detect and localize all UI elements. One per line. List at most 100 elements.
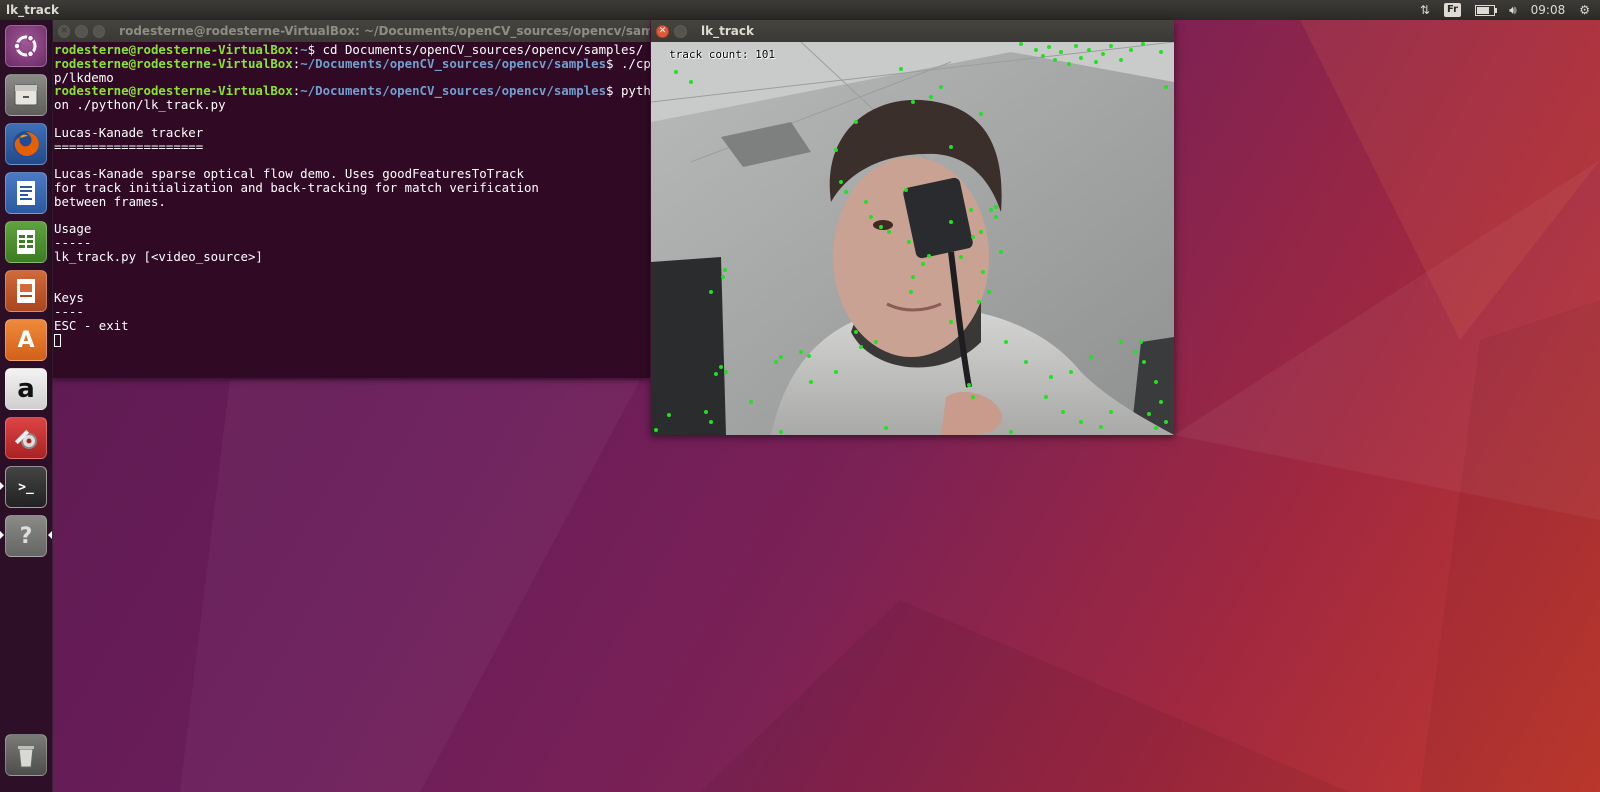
lk-track-titlebar[interactable]: ✕ lk_track [651, 20, 1174, 42]
track-point [1099, 425, 1103, 429]
camera-frame: track count: 101 [651, 42, 1174, 435]
terminal-titlebar[interactable]: ✕ rodesterne@rodesterne-VirtualBox: ~/Do… [53, 20, 650, 42]
trash-button[interactable] [5, 734, 47, 776]
amazon-icon: a [17, 374, 35, 404]
keyboard-layout-indicator[interactable]: Fr [1443, 3, 1462, 17]
track-point [1009, 430, 1013, 434]
lk-track-close-button[interactable]: ✕ [656, 24, 669, 38]
volume-icon[interactable]: 🔊︎ [1509, 3, 1517, 18]
file-cabinet-icon [14, 84, 38, 106]
terminal-button[interactable]: >_ [5, 466, 47, 508]
gear-icon[interactable]: ⚙ [1579, 3, 1590, 17]
track-point [1164, 420, 1168, 424]
terminal-maximize-button[interactable] [92, 24, 106, 38]
track-point [774, 360, 778, 364]
prompt-command: $ pyth [606, 83, 650, 99]
terminal-running-indicator [0, 482, 4, 490]
help-button[interactable]: ? [5, 515, 47, 557]
prompt-path: ~/Documents/openCV_sources/opencv/sample… [300, 55, 607, 71]
impress-presentation-icon [17, 279, 35, 303]
terminal-text: Usage [54, 221, 92, 237]
track-point [971, 395, 975, 399]
track-point [704, 410, 708, 414]
track-point [911, 100, 915, 104]
libreoffice-writer-button[interactable] [5, 172, 47, 214]
terminal-line: ----- [54, 236, 650, 250]
amazon-button[interactable]: a [5, 368, 47, 410]
files-button[interactable] [5, 74, 47, 116]
ubuntu-dash-button[interactable] [5, 25, 47, 67]
track-point [1061, 410, 1065, 414]
terminal-line: ---- [54, 305, 650, 319]
terminal-text: between frames. [54, 193, 166, 209]
track-point [724, 370, 728, 374]
terminal-window[interactable]: ✕ rodesterne@rodesterne-VirtualBox: ~/Do… [53, 20, 650, 378]
question-icon: ? [19, 523, 33, 549]
prompt-command: $ cd Documents/openCV_sources/opencv/sam… [307, 42, 644, 57]
network-icon[interactable]: ⇅ [1420, 3, 1430, 17]
track-point [989, 208, 993, 212]
track-point [834, 370, 838, 374]
terminal-line: rodesterne@rodesterne-VirtualBox:~/Docum… [54, 84, 650, 98]
prompt-user: rodesterne@rodesterne-VirtualBox [54, 42, 293, 57]
prompt-user: rodesterne@rodesterne-VirtualBox [54, 55, 293, 71]
terminal-line: p/lkdemo [54, 70, 650, 85]
track-point [994, 215, 998, 219]
track-point [1094, 60, 1098, 64]
track-point [969, 208, 973, 212]
track-point [834, 148, 838, 152]
track-point [979, 112, 983, 116]
prompt-command: $ ./cp [606, 55, 650, 71]
system-settings-button[interactable] [5, 417, 47, 459]
track-point [1069, 370, 1073, 374]
track-point [854, 330, 858, 334]
track-point [1119, 340, 1123, 344]
lk-track-window[interactable]: ✕ lk_track track count: 101 [651, 20, 1174, 435]
battery-icon[interactable] [1475, 4, 1498, 16]
clock[interactable]: 09:08 [1531, 3, 1566, 17]
terminal-text: Keys [54, 290, 84, 306]
track-count-label: track count: 101 [669, 48, 775, 61]
terminal-close-button[interactable]: ✕ [58, 24, 71, 38]
top-panel: lk_track ⇅ Fr 🔊︎ 09:08 ⚙ [0, 0, 1600, 20]
terminal-line: ESC - exit [54, 319, 650, 333]
terminal-line: Lucas-Kanade sparse optical flow demo. U… [54, 167, 650, 181]
track-point [884, 426, 888, 430]
terminal-text: ----- [54, 235, 92, 251]
track-points-layer [654, 42, 1168, 434]
track-point [1079, 420, 1083, 424]
track-point [1109, 410, 1113, 414]
terminal-output[interactable]: rodesterne@rodesterne-VirtualBox:~$ cd D… [53, 42, 650, 377]
lk-track-minimize-button[interactable] [674, 24, 687, 38]
terminal-line: on ./python/lk_track.py [54, 98, 650, 112]
terminal-text: on ./python/lk_track.py [54, 97, 226, 113]
libreoffice-impress-button[interactable] [5, 270, 47, 312]
track-point [1059, 50, 1063, 54]
terminal-line: Usage [54, 222, 650, 236]
track-point [949, 320, 953, 324]
track-point [1049, 375, 1053, 379]
track-point [979, 230, 983, 234]
track-point [1067, 62, 1071, 66]
ubuntu-software-button[interactable]: A [5, 319, 47, 361]
track-point [1087, 48, 1091, 52]
track-point [721, 275, 725, 279]
software-bag-icon: A [17, 327, 35, 353]
libreoffice-calc-button[interactable] [5, 221, 47, 263]
firefox-button[interactable] [5, 123, 47, 165]
firefox-icon [13, 131, 39, 157]
terminal-line: for track initialization and back-tracki… [54, 181, 650, 195]
track-point [977, 300, 981, 304]
track-point [809, 380, 813, 384]
terminal-minimize-button[interactable] [75, 24, 88, 38]
track-point [674, 70, 678, 74]
calc-spreadsheet-icon [17, 230, 35, 254]
track-point [1154, 380, 1158, 384]
terminal-icon: >_ [18, 479, 34, 495]
track-point [1044, 395, 1048, 399]
writer-document-icon [17, 181, 35, 205]
track-point [1134, 350, 1138, 354]
track-point [749, 400, 753, 404]
